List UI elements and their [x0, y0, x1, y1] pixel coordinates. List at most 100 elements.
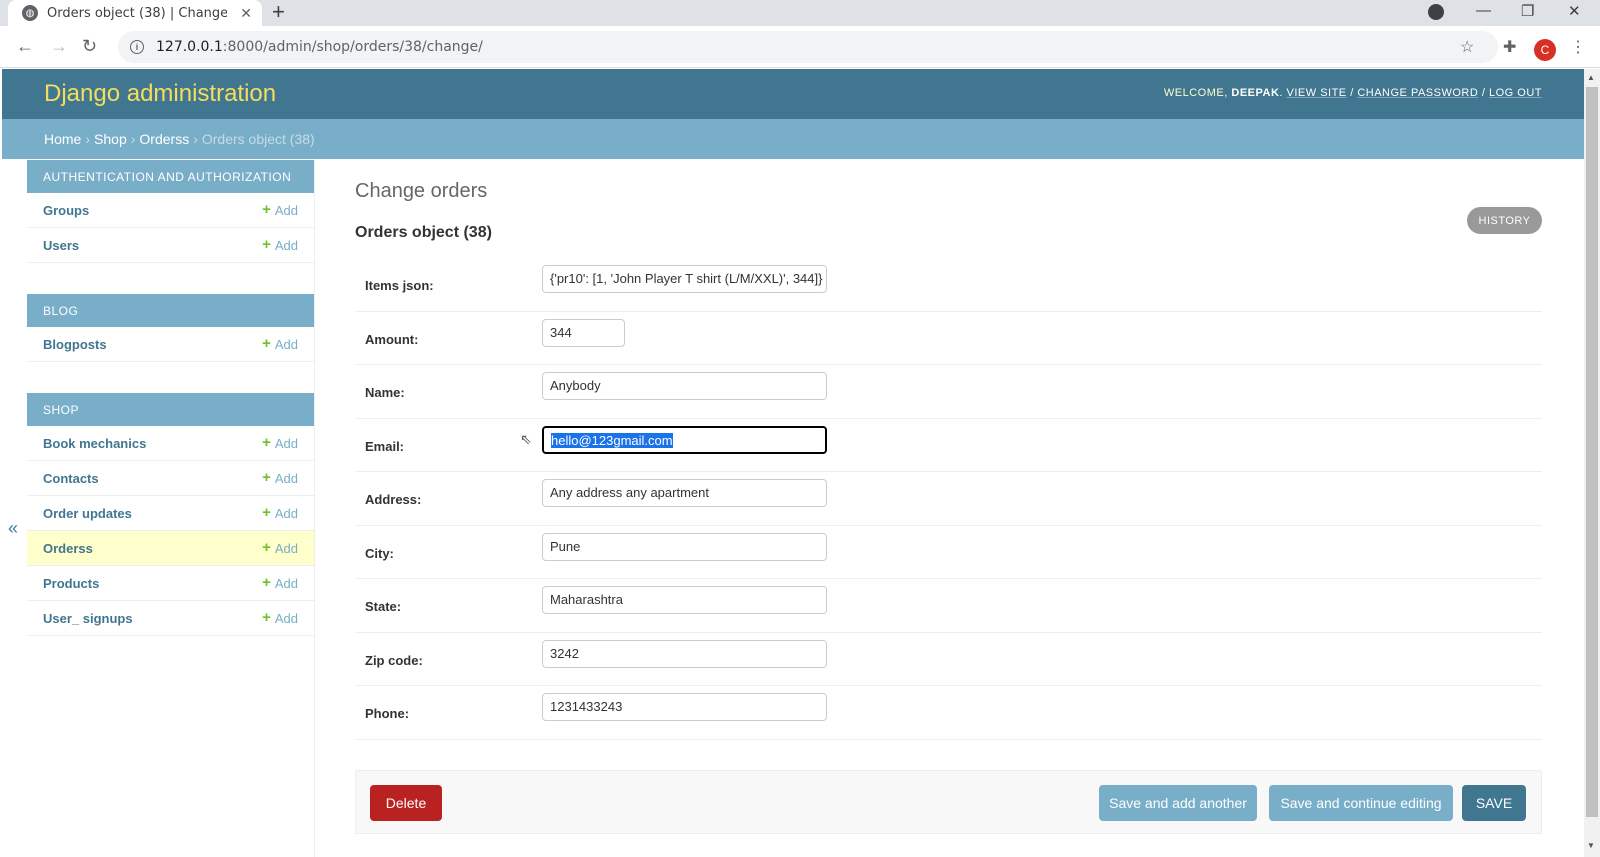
add-label: Add: [274, 336, 298, 352]
city-label: City:: [365, 545, 394, 561]
model-link[interactable]: Groups: [43, 203, 89, 218]
star-icon[interactable]: ☆: [1460, 37, 1474, 57]
delete-button[interactable]: Delete: [370, 785, 442, 821]
address-field[interactable]: Any address any apartment: [542, 479, 827, 507]
module-caption[interactable]: BLOG: [27, 294, 314, 327]
model-link[interactable]: Products: [43, 576, 99, 591]
history-button[interactable]: HISTORY: [1467, 207, 1542, 234]
sidebar-item-book-mechanics: Book mechanics + Add: [27, 426, 314, 461]
add-order-updates-link[interactable]: + Add: [262, 505, 298, 521]
breadcrumb-home[interactable]: Home: [44, 131, 81, 147]
breadcrumb-model[interactable]: Orderss: [139, 131, 189, 147]
back-arrow-icon[interactable]: ←: [16, 36, 34, 56]
forward-arrow-icon[interactable]: →: [50, 36, 68, 56]
sidebar-item-groups: Groups + Add: [27, 193, 314, 228]
profile-avatar[interactable]: C: [1534, 39, 1556, 61]
model-link[interactable]: Contacts: [43, 471, 99, 486]
close-window-icon[interactable]: ✕: [1568, 2, 1581, 20]
form-row-email: Email: ⇖ hello@123gmail.com: [355, 419, 1542, 472]
sidebar-item-orderss: Orderss + Add: [27, 531, 314, 566]
username: DEEPAK: [1231, 87, 1280, 99]
add-blogposts-link[interactable]: + Add: [262, 335, 298, 352]
address-bar[interactable]: i 127.0.0.1:8000/admin/shop/orders/38/ch…: [118, 31, 1498, 63]
model-link[interactable]: Users: [43, 238, 79, 253]
welcome-text: WELCOME,: [1163, 87, 1228, 99]
add-label: Add: [274, 470, 298, 486]
add-products-link[interactable]: + Add: [262, 574, 298, 591]
plus-icon: +: [262, 609, 271, 626]
city-field[interactable]: Pune: [542, 532, 827, 561]
breadcrumb-app[interactable]: Shop: [94, 131, 127, 147]
add-label: Add: [274, 435, 298, 451]
add-users-link[interactable]: + Add: [262, 236, 298, 253]
sidebar-item-blogposts: Blogposts + Add: [27, 327, 314, 362]
new-tab-button[interactable]: +: [272, 1, 285, 23]
email-field[interactable]: hello@123gmail.com: [542, 425, 827, 454]
plus-icon: +: [262, 236, 271, 253]
module-caption[interactable]: AUTHENTICATION AND AUTHORIZATION: [27, 160, 314, 193]
extensions-icon[interactable]: ✚: [1503, 37, 1516, 57]
sidebar-item-products: Products + Add: [27, 566, 314, 601]
sidebar-nav: AUTHENTICATION AND AUTHORIZATION Groups …: [27, 160, 314, 667]
site-branding[interactable]: Django administration: [44, 80, 276, 108]
add-label: Add: [274, 505, 298, 521]
save-and-add-another-button[interactable]: Save and add another: [1099, 785, 1257, 821]
model-link[interactable]: User_ signups: [43, 611, 133, 626]
model-link[interactable]: Blogposts: [43, 337, 107, 352]
object-title: Orders object (38): [355, 224, 492, 241]
info-icon[interactable]: i: [130, 40, 144, 54]
breadcrumb-current: Orders object (38): [201, 131, 315, 147]
user-tools: WELCOME, DEEPAK. VIEW SITE / CHANGE PASS…: [1163, 87, 1542, 99]
state-label: State:: [365, 599, 402, 614]
add-contacts-link[interactable]: + Add: [262, 470, 298, 486]
media-control-icon[interactable]: [1428, 4, 1444, 20]
email-label: Email:: [365, 438, 405, 454]
model-link[interactable]: Order updates: [43, 506, 132, 521]
name-field[interactable]: Anybody: [542, 372, 827, 400]
model-link[interactable]: Orderss: [43, 541, 93, 556]
tab-title: Orders object (38) | Change orders | Dja…: [47, 5, 227, 21]
log-out-link[interactable]: LOG OUT: [1489, 87, 1542, 99]
add-groups-link[interactable]: + Add: [262, 202, 298, 218]
plus-icon: +: [262, 335, 271, 352]
amount-field[interactable]: 344: [542, 318, 625, 347]
plus-icon: +: [262, 574, 271, 591]
scroll-down-icon[interactable]: ▼: [1587, 841, 1595, 850]
module-caption[interactable]: SHOP: [27, 393, 314, 426]
items-json-field[interactable]: {'pr10': [1, 'John Player T shirt (L/M/X…: [542, 265, 827, 293]
sidebar-collapse-toggle[interactable]: «: [8, 518, 18, 539]
add-orderss-link[interactable]: + Add: [262, 539, 298, 556]
reload-icon[interactable]: ↻: [82, 36, 97, 56]
save-and-continue-button[interactable]: Save and continue editing: [1269, 785, 1453, 821]
site-header: Django administration WELCOME, DEEPAK. V…: [2, 69, 1584, 119]
state-field[interactable]: Maharashtra: [542, 586, 827, 614]
scroll-thumb[interactable]: [1586, 87, 1598, 817]
address-label: Address:: [365, 492, 422, 507]
browser-toolbar: ← → ↻ i 127.0.0.1:8000/admin/shop/orders…: [0, 26, 1600, 68]
restore-icon[interactable]: ❐: [1521, 2, 1534, 20]
browser-tab[interactable]: ◍ Orders object (38) | Change orders | D…: [8, 0, 262, 26]
scroll-up-icon[interactable]: ▲: [1587, 73, 1595, 82]
close-tab-icon[interactable]: ✕: [240, 5, 252, 22]
menu-icon[interactable]: ⋮: [1570, 37, 1586, 57]
add-book-mechanics-link[interactable]: + Add: [262, 435, 298, 451]
view-site-link[interactable]: VIEW SITE: [1287, 87, 1347, 99]
form-row-amount: Amount: 344: [355, 312, 1542, 365]
add-label: Add: [274, 202, 298, 218]
model-link[interactable]: Book mechanics: [43, 436, 146, 451]
breadcrumb: Home › Shop › Orderss › Orders object (38): [2, 119, 1584, 159]
plus-icon: +: [262, 539, 271, 556]
zip-code-field[interactable]: 3242: [542, 639, 827, 668]
page-scrollbar[interactable]: ▲ ▼: [1584, 69, 1600, 857]
page-title: Change orders: [355, 180, 488, 202]
change-password-link[interactable]: CHANGE PASSWORD: [1357, 87, 1478, 99]
minimize-icon[interactable]: —: [1476, 2, 1491, 19]
submit-row: Delete Save and add another Save and con…: [355, 770, 1542, 834]
url-host: 127.0.0.1: [156, 39, 223, 55]
add-label: Add: [274, 237, 298, 253]
add-user-signups-link[interactable]: + Add: [262, 609, 298, 626]
save-button[interactable]: SAVE: [1462, 785, 1526, 821]
phone-field[interactable]: 1231433243: [542, 693, 827, 721]
globe-icon: ◍: [22, 5, 38, 21]
form-row-items-json: Items json: {'pr10': [1, 'John Player T …: [355, 258, 1542, 312]
